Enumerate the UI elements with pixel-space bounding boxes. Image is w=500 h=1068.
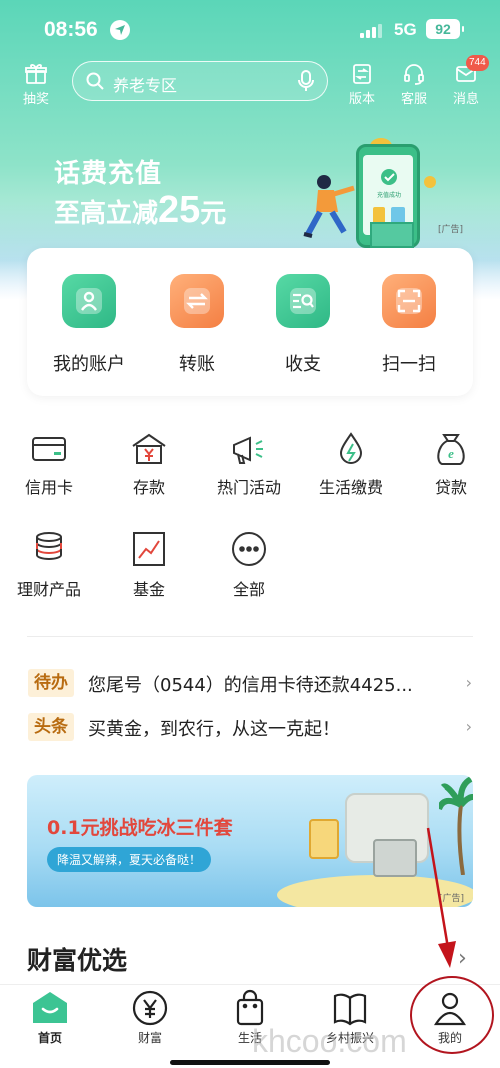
box-illustration — [373, 839, 417, 877]
cup-illustration — [309, 819, 339, 859]
service-label: 贷款 — [434, 478, 467, 497]
chevron-right-icon: › — [465, 673, 472, 692]
version-label: 版本 — [348, 92, 375, 107]
banner-title-line1: 话费充值 — [54, 159, 163, 189]
deposit-icon — [132, 433, 166, 464]
notice-headline[interactable]: 头条 买黄金，到农行，从这一克起！ › — [28, 713, 474, 741]
svg-text:充值成功: 充值成功 — [377, 191, 401, 199]
income-expense-icon — [276, 274, 330, 328]
gift-box-illustration — [370, 222, 414, 248]
service-label: 生活缴费 — [318, 478, 383, 497]
quick-action-label: 转账 — [179, 354, 215, 375]
sun-illustration — [424, 176, 436, 188]
status-time: 08:56 — [44, 18, 98, 41]
quick-action-label: 收支 — [285, 354, 321, 375]
shopping-bag-icon — [236, 989, 264, 1026]
section-title: 财富优选 — [27, 946, 128, 975]
promo-banner-ice[interactable]: 0.1元挑战吃冰三件套 降温又解辣，夏天必备哒！ [广告] — [27, 775, 473, 907]
loan-bag-icon: e — [437, 434, 465, 465]
service-label: 存款 — [132, 478, 165, 497]
transfer-icon — [170, 274, 224, 328]
credit-card-icon — [32, 437, 66, 461]
annotation-arrow — [426, 827, 456, 968]
home-indicator — [170, 1060, 330, 1065]
watermark: khcoo.com — [252, 1023, 407, 1059]
book-icon — [333, 993, 367, 1026]
notice-text: 买黄金，到农行，从这一克起！ — [88, 719, 340, 740]
quick-action-transfer[interactable]: 转账 — [147, 274, 247, 376]
network-type: 5G — [394, 20, 417, 39]
lottery-label: 抽奖 — [22, 92, 49, 107]
quick-action-income-expense[interactable]: 收支 — [253, 274, 353, 376]
home-icon — [33, 992, 67, 1023]
banner-line2-prefix: 至高立减 — [54, 199, 159, 229]
nav-home[interactable]: 首页 — [10, 989, 90, 1046]
customer-service-button[interactable]: 客服 — [394, 62, 434, 107]
service-label: 基金 — [132, 580, 165, 599]
service-hot-activities[interactable]: 热门活动 — [204, 432, 294, 498]
promo-subtitle: 降温又解辣，夏天必备哒！ — [47, 847, 212, 872]
megaphone-icon — [233, 436, 263, 464]
quick-action-label: 扫一扫 — [382, 354, 436, 375]
messages-label: 消息 — [452, 92, 479, 107]
notice-tag: 待办 — [28, 669, 74, 697]
version-button[interactable]: 版本 — [342, 62, 382, 107]
battery-icon: 92 — [426, 19, 464, 39]
more-icon — [232, 532, 266, 566]
banner-line2-suffix: 元 — [200, 199, 227, 229]
service-all[interactable]: 全部 — [204, 530, 294, 600]
location-arrow-icon — [110, 20, 130, 40]
service-loan[interactable]: e 贷款 — [406, 432, 496, 498]
service-label: 全部 — [232, 580, 265, 599]
nav-wealth[interactable]: 财富 — [110, 989, 190, 1046]
nav-label: 财富 — [137, 1031, 162, 1045]
banner-title-line2: 至高立减25元 — [54, 189, 226, 232]
service-label: 热门活动 — [216, 478, 281, 497]
microphone-icon[interactable] — [297, 70, 315, 92]
banner-amount: 25 — [158, 189, 201, 231]
quick-action-scan[interactable]: 扫一扫 — [359, 274, 459, 376]
notice-todo[interactable]: 待办 您尾号（0544）的信用卡待还款4425... › — [28, 669, 474, 697]
service-credit-card[interactable]: 信用卡 — [4, 432, 94, 498]
search-icon — [86, 72, 104, 90]
chevron-right-icon: › — [465, 717, 472, 736]
promo-title: 0.1元挑战吃冰三件套 — [47, 817, 233, 839]
notice-text: 您尾号（0544）的信用卡待还款4425... — [88, 675, 413, 696]
notice-tag: 头条 — [28, 713, 74, 741]
service-label: 理财产品 — [16, 580, 81, 599]
search-bar[interactable]: 养老专区 — [72, 61, 328, 101]
quick-actions-card: 我的账户 转账 收支 扫一扫 — [27, 248, 473, 396]
service-label: 信用卡 — [24, 478, 73, 497]
quick-action-label: 我的账户 — [53, 354, 125, 375]
lottery-button[interactable]: 抽奖 — [16, 62, 56, 107]
wealth-coins-icon — [36, 532, 62, 560]
service-utility-payment[interactable]: 生活缴费 — [306, 432, 396, 498]
utility-payment-icon — [339, 432, 363, 464]
account-icon — [62, 274, 116, 328]
service-wealth-products[interactable]: 理财产品 — [4, 530, 94, 600]
version-icon — [353, 64, 371, 84]
nav-label: 首页 — [37, 1031, 62, 1045]
running-person-illustration — [303, 175, 355, 238]
yen-icon — [132, 990, 168, 1026]
message-count-badge: 744 — [466, 55, 489, 71]
service-funds[interactable]: 基金 — [104, 530, 194, 600]
quick-action-my-account[interactable]: 我的账户 — [39, 274, 139, 376]
ad-tag: [广告] — [438, 225, 464, 235]
scan-icon — [382, 274, 436, 328]
annotation-circle — [410, 976, 494, 1054]
status-bar: 08:56 5G 92 — [0, 0, 500, 58]
search-placeholder: 养老专区 — [113, 76, 178, 95]
divider — [27, 636, 473, 637]
fund-chart-icon — [133, 532, 165, 566]
service-deposit[interactable]: 存款 — [104, 432, 194, 498]
svg-text:e: e — [448, 446, 454, 461]
customer-service-label: 客服 — [400, 92, 427, 107]
headset-icon — [404, 64, 424, 85]
gift-icon — [25, 64, 47, 84]
signal-icon — [360, 24, 386, 38]
